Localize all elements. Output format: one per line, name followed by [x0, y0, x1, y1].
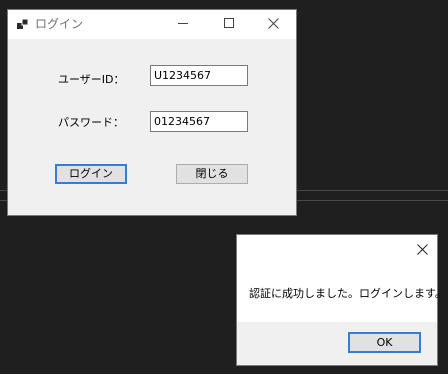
close-icon — [267, 17, 279, 32]
message-box-footer: OK — [237, 322, 437, 365]
app-window-icon — [17, 18, 29, 30]
desktop: ログイン ユーザーID： パスワード： ログイン 閉じる — [0, 0, 448, 374]
message-box-close-button[interactable] — [412, 241, 432, 261]
login-button[interactable]: ログイン — [55, 164, 127, 184]
maximize-button[interactable] — [206, 10, 252, 39]
userid-input[interactable] — [150, 65, 248, 86]
userid-label: ユーザーID： — [58, 73, 125, 86]
message-text: 認証に成功しました。ログインします。 — [249, 287, 446, 300]
password-input[interactable] — [150, 111, 248, 132]
title-bar[interactable]: ログイン — [8, 10, 296, 39]
login-window: ログイン ユーザーID： パスワード： ログイン 閉じる — [7, 9, 297, 216]
minimize-button[interactable] — [160, 10, 206, 39]
ok-button[interactable]: OK — [348, 332, 421, 353]
maximize-icon — [223, 17, 235, 32]
close-dialog-button[interactable]: 閉じる — [176, 164, 248, 184]
close-icon — [416, 244, 428, 258]
minimize-icon — [177, 18, 189, 32]
password-label: パスワード： — [58, 116, 124, 129]
close-button[interactable] — [250, 10, 296, 39]
window-title: ログイン — [35, 17, 84, 31]
message-box: 認証に成功しました。ログインします。 OK — [236, 234, 446, 366]
